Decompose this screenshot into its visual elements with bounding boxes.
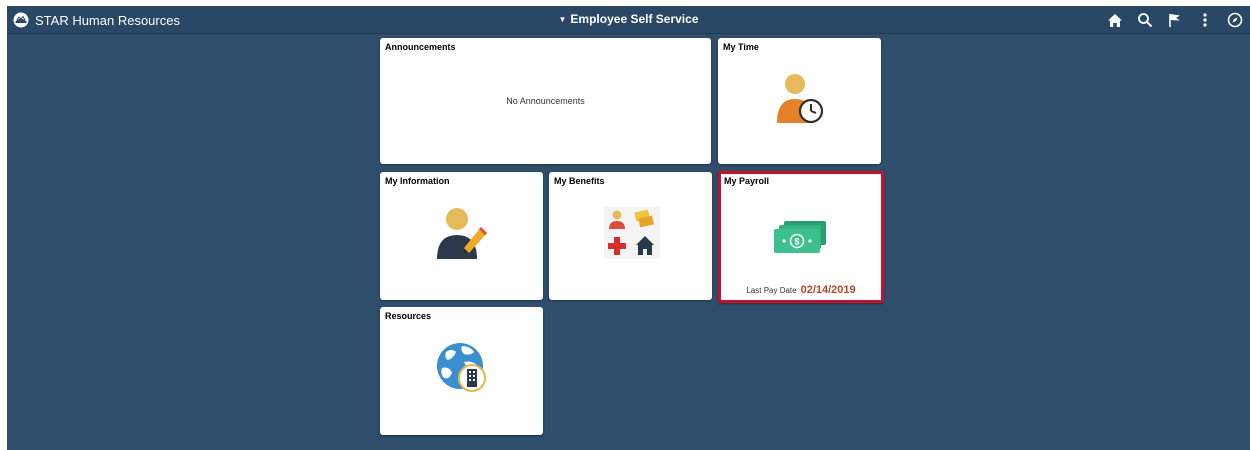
money-bills-icon: $ bbox=[774, 221, 826, 253]
globe-building-icon bbox=[437, 343, 486, 392]
person-pencil-icon bbox=[437, 208, 487, 259]
benefits-grid-icon bbox=[604, 207, 660, 259]
tile-title: My Benefits bbox=[554, 176, 605, 186]
tile-title: My Information bbox=[385, 176, 450, 186]
search-icon[interactable] bbox=[1136, 11, 1154, 29]
last-pay-date-label: Last Pay Date bbox=[746, 286, 797, 295]
svg-text:$: $ bbox=[794, 237, 799, 247]
tile-title: My Time bbox=[723, 42, 759, 52]
tile-my-benefits[interactable]: My Benefits bbox=[549, 172, 712, 300]
tile-title: Resources bbox=[385, 311, 432, 321]
flag-icon[interactable] bbox=[1166, 11, 1184, 29]
tile-my-payroll[interactable]: My Payroll $ Last Pay Date 02/14/2019 bbox=[718, 171, 884, 303]
tile-resources[interactable]: Resources bbox=[380, 307, 543, 435]
tile-my-information[interactable]: My Information bbox=[380, 172, 543, 300]
app-frame: STAR Human Resources ▼ Employee Self Serv… bbox=[7, 6, 1250, 450]
navbar-compass-icon[interactable] bbox=[1226, 11, 1244, 29]
announcements-empty-text: No Announcements bbox=[506, 96, 585, 106]
home-icon[interactable] bbox=[1106, 11, 1124, 29]
caret-down-icon: ▼ bbox=[558, 15, 567, 24]
tile-my-time[interactable]: My Time bbox=[718, 38, 881, 164]
more-vertical-icon[interactable] bbox=[1196, 11, 1214, 29]
top-navigation-bar: STAR Human Resources ▼ Employee Self Serv… bbox=[7, 6, 1250, 34]
page-title-dropdown[interactable]: ▼ Employee Self Service bbox=[7, 12, 1250, 26]
person-clock-icon bbox=[777, 74, 824, 124]
last-pay-date: Last Pay Date 02/14/2019 bbox=[721, 284, 881, 296]
header-actions bbox=[1106, 10, 1244, 30]
tile-title: My Payroll bbox=[724, 176, 770, 186]
last-pay-date-value: 02/14/2019 bbox=[800, 284, 856, 296]
tile-title: Announcements bbox=[385, 42, 456, 52]
tile-announcements[interactable]: Announcements No Announcements bbox=[380, 38, 711, 164]
page-title: Employee Self Service bbox=[570, 12, 699, 26]
